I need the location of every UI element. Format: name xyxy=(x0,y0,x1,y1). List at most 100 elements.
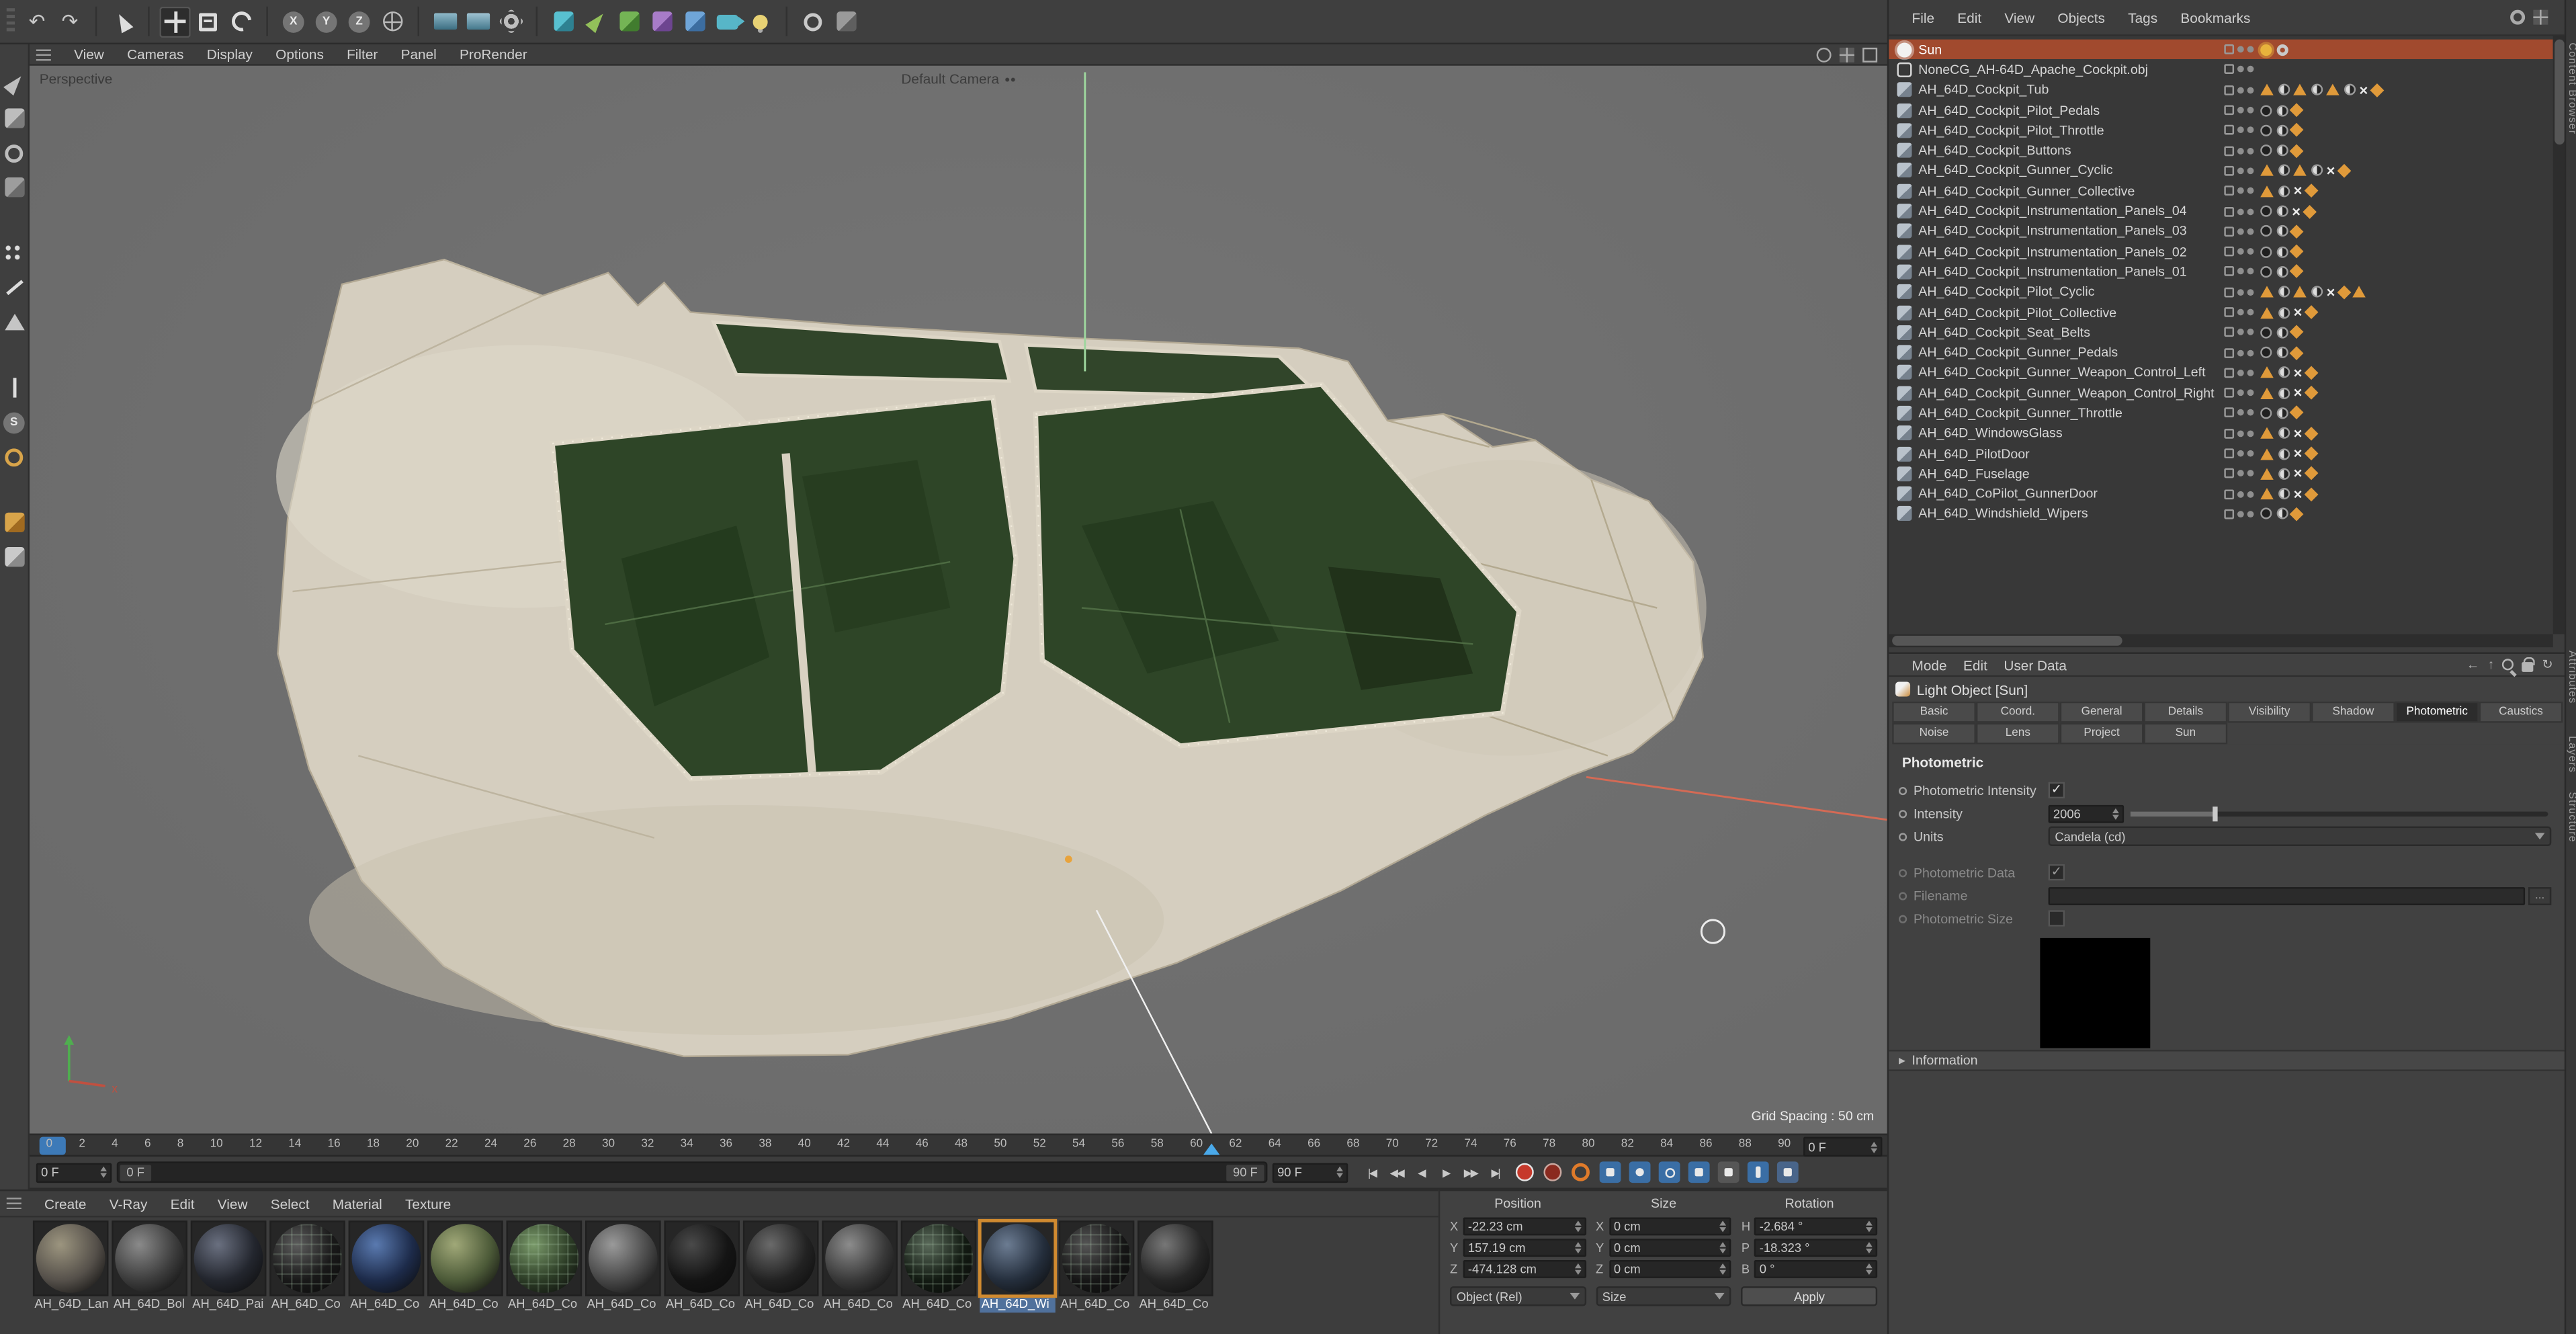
layout-grid-icon[interactable] xyxy=(1839,46,1854,62)
visibility-toggles[interactable] xyxy=(2224,347,2254,358)
stepper[interactable] xyxy=(1571,1263,1581,1276)
material-menu-texture[interactable]: Texture xyxy=(405,1195,451,1211)
ruler-tick[interactable]: 70 xyxy=(1386,1138,1399,1149)
render-visibility-dot[interactable] xyxy=(2247,369,2254,376)
ruler-tick[interactable]: 52 xyxy=(1033,1138,1046,1149)
am-menu-edit[interactable]: Edit xyxy=(1963,657,1987,673)
ruler-tick[interactable]: 42 xyxy=(837,1138,850,1149)
render-visibility-dot[interactable] xyxy=(2247,409,2254,417)
visibility-toggles[interactable] xyxy=(2224,125,2254,136)
visibility-toggles[interactable] xyxy=(2224,388,2254,399)
record-scale-toggle[interactable] xyxy=(1629,1161,1651,1183)
object-row[interactable]: AH_64D_Cockpit_Pilot_Cyclic × xyxy=(1889,282,2552,302)
render-visibility-dot[interactable] xyxy=(2247,208,2254,215)
selection-tag-icon[interactable] xyxy=(2293,84,2307,96)
snap-toggle-icon[interactable] xyxy=(1,444,27,470)
ruler-tick[interactable]: 34 xyxy=(681,1138,693,1149)
texture-tag-icon[interactable] xyxy=(2260,205,2272,217)
texture-tag-icon[interactable] xyxy=(2276,347,2288,359)
editor-visibility-dot[interactable] xyxy=(2237,167,2244,174)
material-thumbnail[interactable] xyxy=(506,1220,583,1296)
param-dot-icon[interactable] xyxy=(1898,868,1907,877)
ruler-tick[interactable]: 74 xyxy=(1464,1138,1477,1149)
viewport-menu-display[interactable]: Display xyxy=(207,46,253,62)
compositing-tag-icon[interactable]: × xyxy=(2326,163,2335,178)
ruler-tick[interactable]: 60 xyxy=(1190,1138,1203,1149)
texture-tag-icon[interactable] xyxy=(2276,124,2288,136)
selection-tag-icon[interactable] xyxy=(2260,387,2274,399)
compositing-tag-icon[interactable]: × xyxy=(2293,446,2302,461)
material-thumbnail[interactable] xyxy=(822,1220,898,1296)
timeline-mode-button[interactable] xyxy=(1776,1161,1799,1183)
timeline-ruler[interactable]: 0 2 4 6 8 10 12 14 16 18 20 22 24 26 28 30 32 34 36 38 40 42 4… xyxy=(30,1133,1887,1157)
next-key-button[interactable]: ▶▶ xyxy=(1458,1161,1483,1183)
visibility-toggles[interactable] xyxy=(2224,185,2254,196)
render-visibility-dot[interactable] xyxy=(2247,167,2254,174)
texture-tag-icon[interactable] xyxy=(2277,185,2290,197)
selection-tag-icon[interactable] xyxy=(2352,286,2366,298)
texture-mode-icon[interactable] xyxy=(1,140,27,166)
object-row[interactable]: NoneCG_AH-64D_Apache_Cockpit.obj xyxy=(1889,60,2552,80)
ruler-tick[interactable]: 82 xyxy=(1621,1138,1634,1149)
layer-chip-icon[interactable] xyxy=(2224,185,2235,196)
layer-chip-icon[interactable] xyxy=(2224,307,2235,317)
editor-visibility-dot[interactable] xyxy=(2237,46,2244,53)
compositing-tag-icon[interactable]: × xyxy=(2359,83,2368,97)
ruler-tick[interactable]: 64 xyxy=(1269,1138,1281,1149)
ruler-tick[interactable]: 16 xyxy=(328,1138,341,1149)
layer-chip-icon[interactable] xyxy=(2224,206,2235,216)
material-thumbnail[interactable] xyxy=(32,1220,109,1296)
texture-tag-icon[interactable] xyxy=(2276,104,2288,116)
om-menu-view[interactable]: View xyxy=(2004,9,2034,25)
visibility-toggles[interactable] xyxy=(2224,368,2254,378)
render-visibility-dot[interactable] xyxy=(2247,288,2254,296)
texture-tag-icon[interactable] xyxy=(2260,407,2272,419)
range-start-handle[interactable]: 0 F xyxy=(120,1163,151,1181)
texture-tag-icon[interactable] xyxy=(2276,265,2288,278)
ruler-tick[interactable]: 88 xyxy=(1739,1138,1752,1149)
phong-tag-icon[interactable] xyxy=(2304,446,2318,461)
object-row[interactable]: AH_64D_Cockpit_Instrumentation_Panels_03 xyxy=(1889,221,2552,241)
param-dot-icon[interactable] xyxy=(1898,914,1907,923)
material-item[interactable]: AH_64D_Wi xyxy=(978,1218,1058,1313)
ruler-tick[interactable]: 30 xyxy=(602,1138,615,1149)
render-visibility-dot[interactable] xyxy=(2247,329,2254,336)
sds-weight-icon[interactable]: S xyxy=(1,409,27,435)
stepper[interactable] xyxy=(1867,1140,1878,1153)
visibility-toggles[interactable] xyxy=(2224,428,2254,439)
viewport-menu-filter[interactable]: Filter xyxy=(347,46,378,62)
workplane-mode-icon[interactable] xyxy=(1,174,27,200)
position-x-input[interactable]: -22.23 cm xyxy=(1463,1217,1586,1236)
param-dot-icon[interactable] xyxy=(1898,786,1907,794)
editor-visibility-dot[interactable] xyxy=(2237,511,2244,517)
visibility-toggles[interactable] xyxy=(2224,287,2254,297)
texture-tag-icon[interactable] xyxy=(2276,245,2288,257)
current-frame-field[interactable]: 0 F xyxy=(36,1162,112,1182)
viewport-menu-prorender[interactable]: ProRender xyxy=(460,46,527,62)
information-section[interactable]: Information xyxy=(1889,1050,2567,1071)
selection-tag-icon[interactable] xyxy=(2293,165,2307,177)
ruler-tick[interactable]: 56 xyxy=(1111,1138,1124,1149)
photometric-size-checkbox[interactable] xyxy=(2048,910,2065,927)
texture-tag-icon[interactable] xyxy=(2277,448,2290,460)
phong-tag-icon[interactable] xyxy=(2289,406,2304,421)
ruler-tick[interactable]: 8 xyxy=(177,1138,184,1149)
stepper[interactable] xyxy=(1571,1242,1581,1254)
visibility-toggles[interactable] xyxy=(2224,307,2254,317)
material-menu-select[interactable]: Select xyxy=(271,1195,310,1211)
material-item[interactable]: AH_64D_Co xyxy=(348,1220,425,1312)
ruler-tick[interactable]: 78 xyxy=(1543,1138,1555,1149)
render-visibility-dot[interactable] xyxy=(2247,187,2254,194)
selection-tag-icon[interactable] xyxy=(2260,367,2274,379)
editor-visibility-dot[interactable] xyxy=(2237,450,2244,457)
position-z-input[interactable]: -474.128 cm xyxy=(1463,1260,1586,1278)
frame-marker-icon[interactable] xyxy=(1203,1143,1220,1155)
layer-chip-icon[interactable] xyxy=(2224,327,2235,337)
visibility-toggles[interactable] xyxy=(2224,165,2254,176)
ruler-tick[interactable]: 14 xyxy=(288,1138,301,1149)
tab-basic[interactable]: Basic xyxy=(1892,701,1976,723)
lock-icon[interactable] xyxy=(2522,657,2536,672)
layer-chip-icon[interactable] xyxy=(2224,105,2235,116)
selection-tag-icon[interactable] xyxy=(2260,84,2274,96)
viewport-panel-menu-icon[interactable] xyxy=(36,48,51,60)
